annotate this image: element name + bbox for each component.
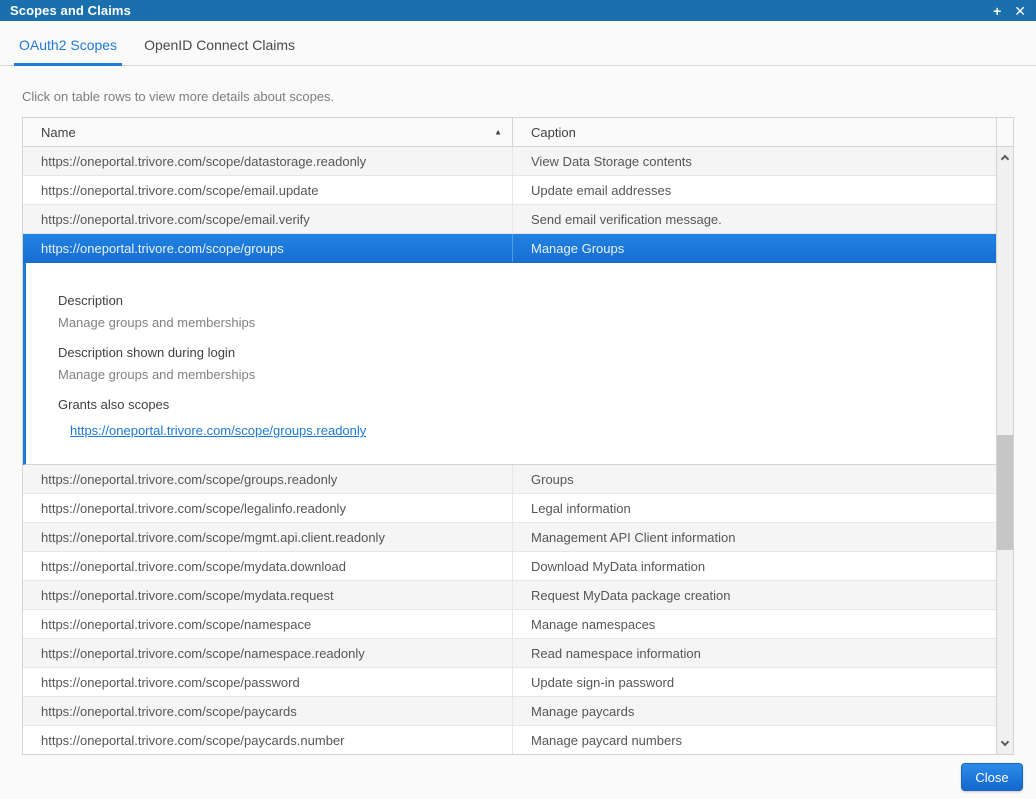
header-scrollbar-spacer — [997, 118, 1013, 146]
scope-caption-cell: Read namespace information — [513, 639, 996, 667]
table-row[interactable]: https://oneportal.trivore.com/scope/pass… — [23, 668, 996, 697]
table-row[interactable]: https://oneportal.trivore.com/scope/myda… — [23, 552, 996, 581]
table-row[interactable]: https://oneportal.trivore.com/scope/emai… — [23, 205, 996, 234]
scope-caption-cell: Manage paycards — [513, 697, 996, 725]
tab-bar: OAuth2 Scopes OpenID Connect Claims — [0, 21, 1036, 66]
scope-caption-cell: Update email addresses — [513, 176, 996, 204]
scopes-and-claims-dialog: Scopes and Claims + ✕ OAuth2 Scopes Open… — [0, 0, 1036, 799]
scope-caption-cell: Request MyData package creation — [513, 581, 996, 609]
scope-name-cell: https://oneportal.trivore.com/scope/payc… — [23, 697, 513, 725]
detail-field-value: Manage groups and memberships — [58, 315, 996, 330]
scope-caption-cell: Update sign-in password — [513, 668, 996, 696]
table-row[interactable]: https://oneportal.trivore.com/scope/name… — [23, 610, 996, 639]
table-row[interactable]: https://oneportal.trivore.com/scope/payc… — [23, 697, 996, 726]
scope-name-cell: https://oneportal.trivore.com/scope/pass… — [23, 668, 513, 696]
scroll-up-button[interactable] — [997, 149, 1013, 166]
detail-field-label: Description — [58, 293, 996, 308]
scope-caption-cell: Manage paycard numbers — [513, 726, 996, 754]
column-header-caption[interactable]: Caption — [513, 118, 997, 146]
scope-name-cell: https://oneportal.trivore.com/scope/myda… — [23, 581, 513, 609]
vertical-scrollbar[interactable] — [996, 147, 1013, 754]
sort-ascending-icon[interactable]: ▲ — [494, 128, 502, 137]
detail-field-label: Grants also scopes — [58, 397, 996, 412]
chevron-down-icon — [1001, 738, 1009, 746]
column-header-caption-label: Caption — [531, 125, 576, 140]
table-header: Name ▲ Caption — [23, 118, 1013, 147]
scope-name-cell: https://oneportal.trivore.com/scope/lega… — [23, 494, 513, 522]
scope-caption-cell: Download MyData information — [513, 552, 996, 580]
table-row[interactable]: https://oneportal.trivore.com/scope/mgmt… — [23, 523, 996, 552]
granted-scope-link[interactable]: https://oneportal.trivore.com/scope/grou… — [70, 423, 366, 438]
plus-icon[interactable]: + — [993, 4, 1001, 18]
table-row[interactable]: https://oneportal.trivore.com/scope/myda… — [23, 581, 996, 610]
scope-caption-cell: Management API Client information — [513, 523, 996, 551]
table-row[interactable]: https://oneportal.trivore.com/scope/name… — [23, 639, 996, 668]
scope-name-cell: https://oneportal.trivore.com/scope/emai… — [23, 176, 513, 204]
scope-name-cell: https://oneportal.trivore.com/scope/myda… — [23, 552, 513, 580]
scope-caption-cell: Legal information — [513, 494, 996, 522]
scope-name-cell: https://oneportal.trivore.com/scope/payc… — [23, 726, 513, 754]
tab-openid-connect-claims[interactable]: OpenID Connect Claims — [139, 37, 300, 65]
close-button[interactable]: Close — [961, 763, 1023, 791]
dialog-titlebar[interactable]: Scopes and Claims + ✕ — [0, 0, 1036, 21]
column-header-name-label: Name — [41, 125, 76, 140]
row-detail-panel: Description Manage groups and membership… — [23, 263, 996, 465]
titlebar-close-icon[interactable]: ✕ — [1014, 4, 1026, 18]
scope-caption-cell: Manage Groups — [513, 234, 996, 262]
scope-name-cell: https://oneportal.trivore.com/scope/name… — [23, 610, 513, 638]
scope-name-cell: https://oneportal.trivore.com/scope/name… — [23, 639, 513, 667]
scroll-down-button[interactable] — [997, 735, 1013, 752]
table-body-rows: https://oneportal.trivore.com/scope/data… — [23, 147, 996, 754]
scope-caption-cell: Manage namespaces — [513, 610, 996, 638]
scope-caption-cell: Send email verification message. — [513, 205, 996, 233]
tab-oauth2-scopes[interactable]: OAuth2 Scopes — [14, 37, 122, 65]
detail-field-label: Description shown during login — [58, 345, 996, 360]
table-row[interactable]: https://oneportal.trivore.com/scope/data… — [23, 147, 996, 176]
scope-name-cell: https://oneportal.trivore.com/scope/grou… — [23, 234, 513, 262]
column-header-name[interactable]: Name ▲ — [23, 118, 513, 146]
titlebar-icons: + ✕ — [993, 4, 1026, 18]
scope-name-cell: https://oneportal.trivore.com/scope/grou… — [23, 465, 513, 493]
dialog-title: Scopes and Claims — [10, 3, 131, 18]
table-row[interactable]: https://oneportal.trivore.com/scope/grou… — [23, 465, 996, 494]
chevron-up-icon — [1001, 155, 1009, 163]
scope-caption-cell: View Data Storage contents — [513, 147, 996, 175]
table-row[interactable]: https://oneportal.trivore.com/scope/payc… — [23, 726, 996, 754]
table-row[interactable]: https://oneportal.trivore.com/scope/lega… — [23, 494, 996, 523]
scope-name-cell: https://oneportal.trivore.com/scope/emai… — [23, 205, 513, 233]
scope-name-cell: https://oneportal.trivore.com/scope/data… — [23, 147, 513, 175]
table-body: https://oneportal.trivore.com/scope/data… — [23, 147, 1013, 754]
detail-field-value: Manage groups and memberships — [58, 367, 996, 382]
scope-name-cell: https://oneportal.trivore.com/scope/mgmt… — [23, 523, 513, 551]
instruction-text: Click on table rows to view more details… — [22, 89, 334, 104]
scrollbar-thumb[interactable] — [997, 435, 1013, 550]
scope-caption-cell: Groups — [513, 465, 996, 493]
table-row[interactable]: https://oneportal.trivore.com/scope/emai… — [23, 176, 996, 205]
table-row[interactable]: https://oneportal.trivore.com/scope/grou… — [23, 234, 996, 263]
scopes-table: Name ▲ Caption https://oneportal.trivore… — [22, 117, 1014, 755]
